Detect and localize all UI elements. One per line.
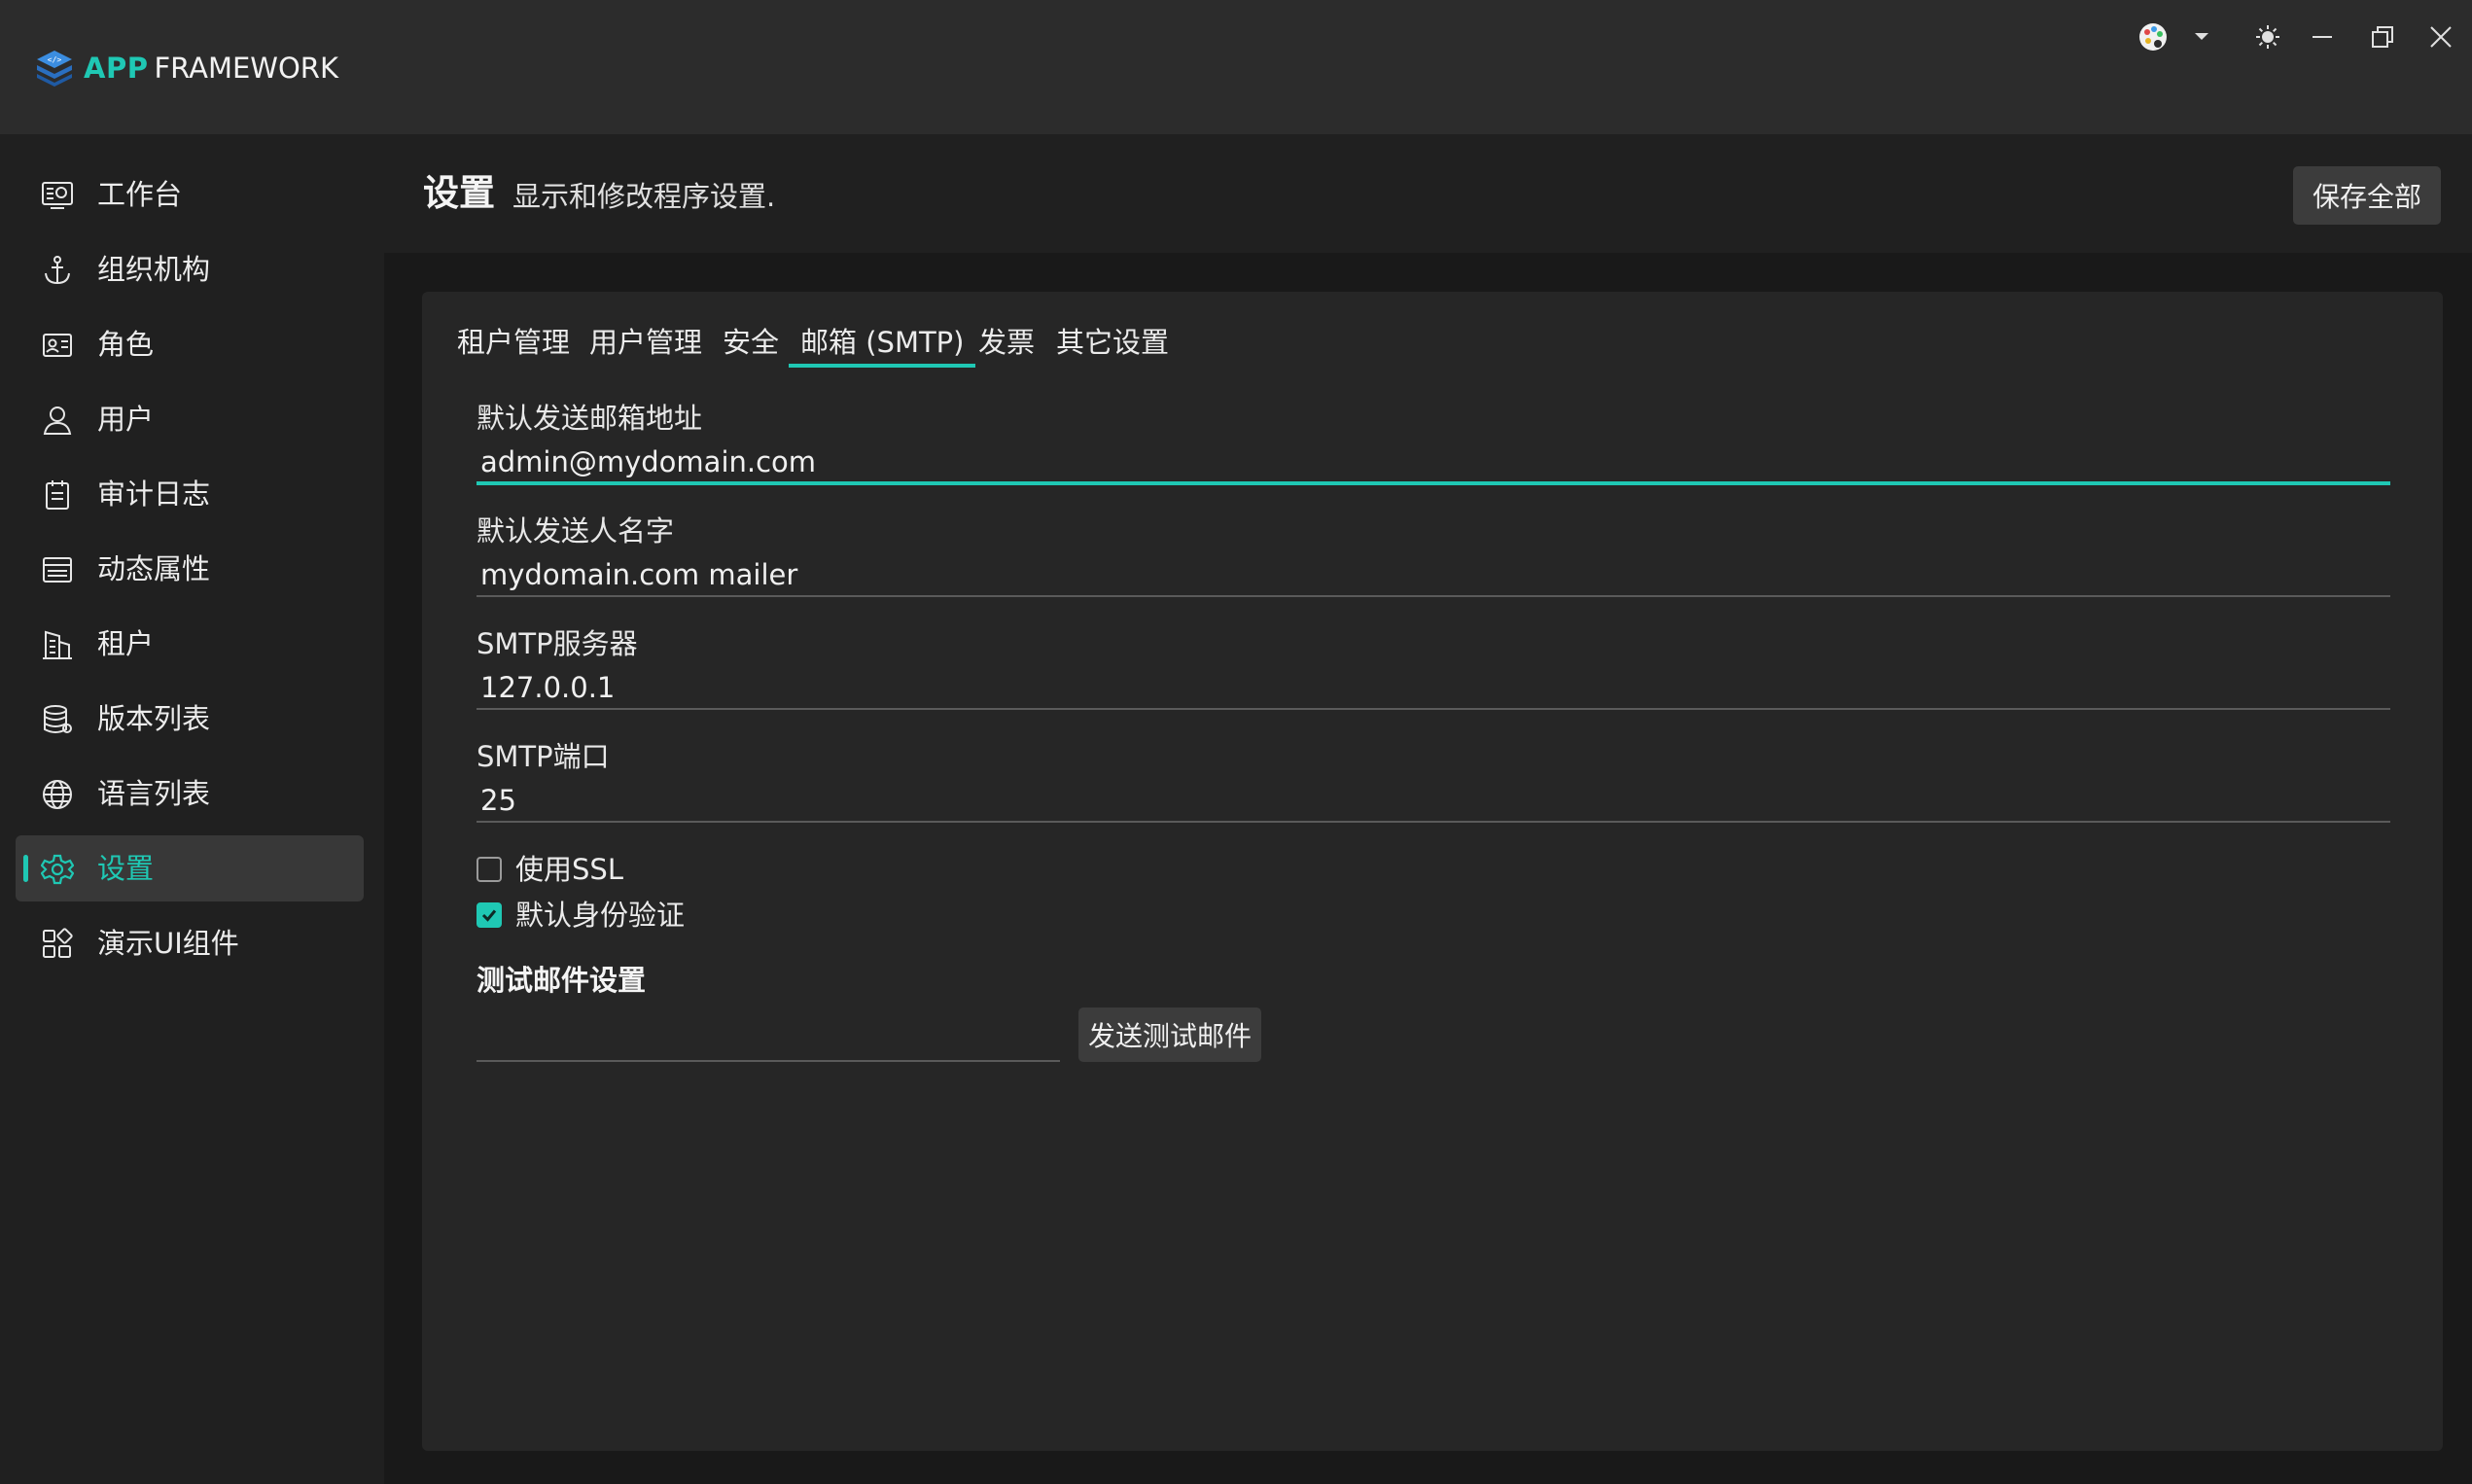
check-icon [481,909,497,922]
app-brand: </> APP FRAMEWORK [33,47,338,89]
sidebar-item-label: 工作台 [97,178,183,211]
sidebar-item-audit-logs[interactable]: 审计日志 [16,461,364,527]
sidebar-item-label: 演示UI组件 [97,927,239,960]
tab-email-smtp[interactable]: 邮箱 (SMTP) [789,319,976,368]
default-credentials-checkbox[interactable] [477,902,502,928]
logo-icon: </> [37,51,72,87]
globe-icon [41,778,74,811]
database-icon [41,703,74,736]
test-email-input[interactable] [477,1013,1060,1062]
title-bar: </> APP FRAMEWORK [0,0,2472,134]
close-icon[interactable] [2421,18,2460,56]
use-ssl-checkbox[interactable] [477,857,502,882]
use-ssl-row[interactable]: 使用SSL [477,850,623,889]
page-header: 设置 显示和修改程序设置. 保存全部 [384,134,2472,253]
apps-icon [41,928,74,961]
sidebar-item-organization[interactable]: 组织机构 [16,236,364,302]
brand-framework-text: FRAMEWORK [154,52,338,85]
sidebar-item-editions[interactable]: 版本列表 [16,686,364,752]
svg-text:</>: </> [48,55,62,64]
smtp-host-label: SMTP服务器 [477,627,638,660]
sidebar-item-demo-ui[interactable]: 演示UI组件 [16,910,364,976]
page-title: 设置 [423,172,495,214]
default-from-name-input[interactable] [477,554,2390,597]
smtp-host-input[interactable] [477,667,2390,710]
sidebar-item-label: 组织机构 [97,253,211,286]
sidebar-item-label: 审计日志 [97,477,211,511]
building-icon [41,628,74,661]
default-from-name-label: 默认发送人名字 [477,514,675,548]
sidebar-item-dynamic-properties[interactable]: 动态属性 [16,536,364,602]
table-icon [41,553,74,586]
tab-invoice[interactable]: 发票 [978,319,1035,368]
sidebar-item-label: 角色 [97,328,155,361]
send-test-email-button[interactable]: 发送测试邮件 [1078,1007,1261,1062]
palette-icon[interactable] [2134,18,2172,56]
use-ssl-label: 使用SSL [515,853,623,886]
tab-security[interactable]: 安全 [723,319,779,368]
sidebar-item-roles[interactable]: 角色 [16,311,364,377]
sidebar-item-label: 动态属性 [97,552,211,585]
gear-icon [41,853,74,886]
chevron-down-icon[interactable] [2182,18,2221,56]
save-all-button[interactable]: 保存全部 [2293,166,2441,225]
clipboard-icon [41,478,74,512]
sidebar-item-label: 租户 [97,627,155,660]
sidebar-item-languages[interactable]: 语言列表 [16,760,364,827]
sidebar-item-label: 设置 [97,852,155,885]
sidebar-item-tenants[interactable]: 租户 [16,611,364,677]
anchor-icon [41,254,74,287]
restore-icon[interactable] [2363,18,2402,56]
sun-icon[interactable] [2248,18,2287,56]
default-from-address-label: 默认发送邮箱地址 [477,402,703,435]
default-credentials-label: 默认身份验证 [515,899,686,932]
brand-app-text: APP [84,52,149,85]
sidebar-item-label: 语言列表 [97,777,211,810]
tab-user-management[interactable]: 用户管理 [589,319,702,368]
sidebar-item-label: 版本列表 [97,702,211,735]
tab-tenant-management[interactable]: 租户管理 [457,319,570,368]
id-card-icon [41,329,74,362]
test-email-section-title: 测试邮件设置 [477,964,647,997]
tab-other-settings[interactable]: 其它设置 [1056,319,1169,368]
page-subtitle: 显示和修改程序设置. [512,180,776,213]
sidebar-item-users[interactable]: 用户 [16,386,364,452]
dashboard-icon [41,179,74,212]
minimize-icon[interactable] [2303,18,2342,56]
default-from-address-input[interactable] [477,442,2390,485]
sidebar-item-dashboard[interactable]: 工作台 [16,161,364,228]
sidebar-item-label: 用户 [97,403,155,436]
smtp-port-label: SMTP端口 [477,740,610,773]
sidebar-item-settings[interactable]: 设置 [16,835,364,901]
smtp-port-input[interactable] [477,780,2390,823]
default-credentials-row[interactable]: 默认身份验证 [477,896,685,935]
user-icon [41,404,74,437]
